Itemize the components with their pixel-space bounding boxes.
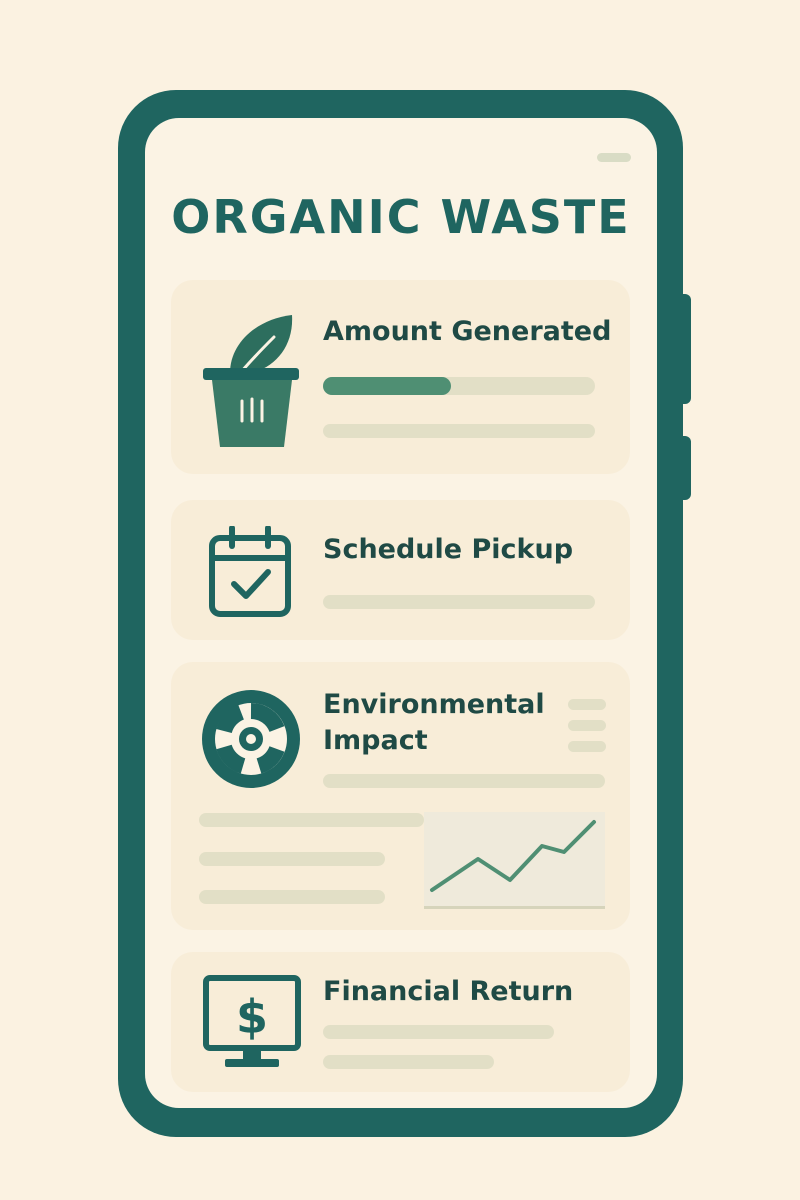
calendar-check-icon bbox=[208, 526, 292, 618]
impact-text-line-3 bbox=[199, 890, 385, 904]
amount-progress-bar bbox=[323, 377, 595, 395]
volume-button bbox=[676, 294, 691, 404]
amount-progress-fill bbox=[323, 377, 451, 395]
impact-detail-line bbox=[323, 774, 605, 788]
financial-detail-line-1 bbox=[323, 1025, 554, 1039]
amount-generated-label: Amount Generated bbox=[323, 316, 612, 347]
legend-line-2 bbox=[568, 720, 606, 731]
power-button bbox=[676, 436, 691, 500]
compost-bin-icon bbox=[202, 313, 302, 453]
page-title: ORGANIC WASTE bbox=[171, 190, 631, 244]
financial-return-label: Financial Return bbox=[323, 976, 574, 1007]
dollar-monitor-icon: $ bbox=[203, 975, 301, 1069]
impact-text-line-2 bbox=[199, 852, 385, 866]
financial-detail-line-2 bbox=[323, 1055, 494, 1069]
environmental-impact-label: Environmental Impact bbox=[323, 689, 545, 756]
recycle-cycle-icon bbox=[201, 689, 301, 789]
impact-text-line-1 bbox=[199, 813, 424, 827]
svg-text:$: $ bbox=[236, 990, 268, 1044]
schedule-pickup-label: Schedule Pickup bbox=[323, 534, 574, 565]
amount-detail-line bbox=[323, 424, 595, 438]
impact-trend-chart bbox=[424, 812, 605, 909]
status-indicator bbox=[597, 153, 631, 162]
impact-trend-line bbox=[430, 820, 596, 892]
legend-line-3 bbox=[568, 741, 606, 752]
legend-line-1 bbox=[568, 699, 606, 710]
schedule-detail-line bbox=[323, 595, 595, 609]
